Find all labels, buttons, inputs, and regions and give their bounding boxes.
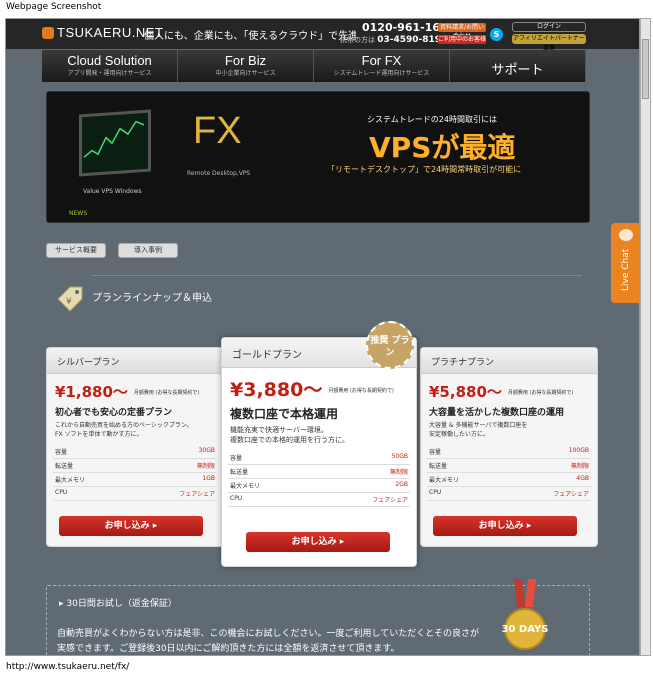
svg-text:¥: ¥ xyxy=(66,297,72,307)
trial-text-line2: 実感できます。ご登録後30日以内にご解約頂きた方には全額を返済させて頂きます。 xyxy=(57,644,400,654)
plan-desc2: 複数口座での本格的運用を行う方に。 xyxy=(230,436,349,444)
plan-headline: 大容量を活かした複数口座の運用 xyxy=(429,408,565,418)
spec-row: 容量 30GB xyxy=(53,445,217,459)
spec-row: CPU フェアシェア xyxy=(427,487,591,501)
chart-line-graphic xyxy=(83,120,145,158)
banner-remote: Remote Desktop,VPS xyxy=(187,170,251,177)
hero-banner[interactable]: Value VPS Windows FX Remote Desktop,VPS … xyxy=(46,91,590,223)
spec-row: 最大メモリ 4GB xyxy=(427,473,591,487)
order-button-platinum[interactable]: お申し込み ▸ xyxy=(433,516,577,536)
scrollbar-thumb[interactable] xyxy=(642,39,649,99)
spec-row: 最大メモリ 1GB xyxy=(53,473,217,487)
plan-specs: 容量 30GB 転送量 無制限 最大メモリ 1GB CPU フェアシェア xyxy=(53,445,217,501)
trial-text-line1: 自動売買がよくわからない方は是非、この機会にお試しください。一度ご利用していただ… xyxy=(57,629,480,639)
skype-icon[interactable]: S xyxy=(490,28,503,41)
plan-card-platinum: プラチナプラン ¥5,880～ 月額費用 (お得な長期契約で) 大容量を活かした複… xyxy=(420,347,598,547)
plan-card-silver: シルバープラン ¥1,880～ 月額費用 (お得な長期契約で) 初心者でも安心の定… xyxy=(46,347,224,547)
phone-alt: 携帯の方は 03-4590-8198 xyxy=(340,35,448,45)
plan-desc2: FX ソフトを単体で動かす方に。 xyxy=(55,431,143,438)
spec-row: 転送量 無制限 xyxy=(228,465,410,479)
order-button-gold[interactable]: お申し込み ▸ xyxy=(246,532,390,552)
nav-for-biz[interactable]: For Biz 中小企業向けサービス xyxy=(178,50,314,82)
tab-case-studies[interactable]: 導入事例 xyxy=(118,243,178,258)
chart-screen-image xyxy=(79,109,151,177)
vertical-scrollbar[interactable] xyxy=(640,18,651,656)
plan-price: ¥1,880～ 月額費用 (お得な長期契約で) xyxy=(55,383,200,401)
logo-icon xyxy=(42,27,54,39)
main-nav: Cloud Solution アプリ開発・運用向けサービス For Biz 中小企業… xyxy=(42,50,586,82)
order-button-silver[interactable]: お申し込み ▸ xyxy=(59,516,203,536)
plan-name: プラチナプラン xyxy=(421,348,597,374)
browser-viewport: TSUKAERU.NET 個人にも、企業にも、「使えるクラウド」で先進のビジ 0… xyxy=(5,18,640,656)
plan-desc2: 安定稼働したい方に。 xyxy=(429,431,490,438)
trial-title: ▸ 30日間お試し（返金保証） xyxy=(59,599,177,609)
window-caption: Webpage Screenshot xyxy=(6,2,102,12)
medal-label: 30 DAYS xyxy=(502,624,549,635)
status-url: http://www.tsukaeru.net/fx/ xyxy=(6,662,130,672)
plan-name: シルバープラン xyxy=(47,348,223,374)
plan-specs: 容量 100GB 転送量 無制限 最大メモリ 4GB CPU フェアシェア xyxy=(427,445,591,501)
banner-headline: VPSが最適 xyxy=(369,131,516,164)
header-ticker: 個人にも、企業にも、「使えるクラウド」で先進のビジ xyxy=(144,31,356,42)
phone-number: 0120-961-166 xyxy=(362,21,448,34)
news-label[interactable]: NEWS xyxy=(69,210,87,217)
spec-row: 最大メモリ 2GB xyxy=(228,479,410,493)
banner-line1: システムトレードの24時間取引には xyxy=(367,115,497,124)
plan-specs: 容量 50GB 転送量 無制限 最大メモリ 2GB CPU フェアシェア xyxy=(228,451,410,507)
recommended-badge: 推奨 プラン xyxy=(366,321,414,369)
spec-row: 転送量 無制限 xyxy=(427,459,591,473)
customer-button[interactable]: ご利用中のお客様 xyxy=(438,35,486,44)
plan-headline: 複数口座で本格運用 xyxy=(230,407,339,421)
plan-card-gold: ゴールドプラン ¥3,880～ 月額費用 (お得な長期契約で) 複数口座で本格運用… xyxy=(221,337,417,567)
chat-bubble-icon xyxy=(619,229,633,241)
login-button[interactable]: ログイン xyxy=(512,22,586,32)
live-chat-tab[interactable]: Live Chat xyxy=(611,223,639,303)
nav-support[interactable]: サポート xyxy=(450,50,586,82)
plan-price: ¥3,880～ 月額費用 (お得な長期契約で) xyxy=(230,379,394,401)
inquiry-button[interactable]: 資料請求/お問い合わせ xyxy=(438,23,486,40)
nav-for-fx[interactable]: For FX システムトレード運用向けサービス xyxy=(314,50,450,82)
section-title: プランラインナップ＆申込 xyxy=(92,293,212,304)
price-tag-icon: ¥ xyxy=(57,286,83,312)
banner-line3: 「リモートデスクトップ」で24時間常時取引が可能に xyxy=(327,165,522,174)
plan-desc1: これから自動売買を始める方のベーシックプラン。 xyxy=(55,422,193,429)
plan-headline: 初心者でも安心の定番プラン xyxy=(55,408,173,418)
spec-row: 容量 50GB xyxy=(228,451,410,465)
banner-fx: FX xyxy=(193,110,242,152)
spec-row: 容量 100GB xyxy=(427,445,591,459)
plan-price: ¥5,880～ 月額費用 (お得な長期契約で) xyxy=(429,383,574,401)
plan-desc1: 大容量 & 多機能サーバで複数口座を xyxy=(429,422,528,429)
medal-icon: 30 DAYS xyxy=(502,579,549,650)
spec-row: CPU フェアシェア xyxy=(53,487,217,501)
top-bar: TSUKAERU.NET 個人にも、企業にも、「使えるクラウド」で先進のビジ 0… xyxy=(6,19,639,52)
value-vps-label: Value VPS Windows xyxy=(83,188,142,195)
tab-service-overview[interactable]: サービス概要 xyxy=(46,243,106,258)
spec-row: 転送量 無制限 xyxy=(53,459,217,473)
spec-row: CPU フェアシェア xyxy=(228,493,410,507)
section-divider xyxy=(92,275,582,276)
plan-desc1: 機能充実で快適サーバー環境。 xyxy=(230,426,328,434)
affiliate-button[interactable]: アフィリエイトパートナー募集 xyxy=(512,34,586,52)
nav-cloud-solution[interactable]: Cloud Solution アプリ開発・運用向けサービス xyxy=(42,50,178,82)
